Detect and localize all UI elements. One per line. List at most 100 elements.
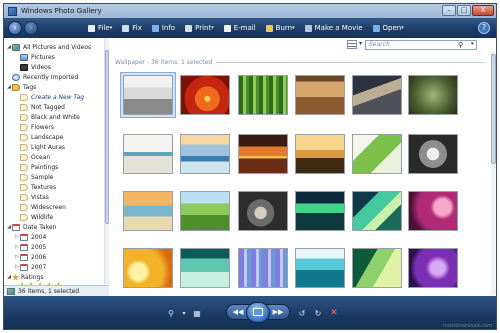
tagsm-icon bbox=[20, 193, 28, 201]
forward-button[interactable]: › bbox=[24, 21, 38, 35]
slideshow-icon[interactable] bbox=[246, 302, 270, 323]
content-scroll-thumb[interactable] bbox=[491, 54, 496, 164]
tree-item-videos[interactable]: Videos bbox=[14, 62, 51, 72]
thumbnail-item[interactable] bbox=[177, 131, 233, 177]
tree-item-label: Black and White bbox=[31, 113, 80, 121]
previous-icon[interactable]: ◀◀ bbox=[231, 307, 245, 317]
tree-item-flowers[interactable]: Flowers bbox=[14, 122, 54, 132]
thumbnail-item[interactable] bbox=[235, 245, 291, 291]
menu-info[interactable]: Info bbox=[151, 24, 175, 32]
zoom-dropdown-icon[interactable]: ▾ bbox=[180, 307, 188, 319]
maximize-button[interactable]: □ bbox=[457, 5, 471, 16]
close-button[interactable]: X bbox=[472, 5, 494, 16]
tree-item-2007[interactable]: ▷ 2007 bbox=[14, 262, 46, 272]
tree-item-black-and-white[interactable]: Black and White bbox=[14, 112, 80, 122]
view-options-dropdown-icon[interactable]: ▾ bbox=[359, 40, 362, 47]
thumb-bamboo bbox=[238, 75, 288, 115]
back-button[interactable]: ‹ bbox=[8, 21, 22, 35]
search-icon[interactable]: ⚲ bbox=[458, 41, 463, 49]
tree-item-2004[interactable]: ▷ 2004 bbox=[14, 232, 46, 242]
thumbnail-item[interactable] bbox=[120, 245, 176, 291]
tree-item-light-auras[interactable]: Light Auras bbox=[14, 142, 65, 152]
cal-icon bbox=[20, 263, 28, 271]
thumbnail-item[interactable] bbox=[405, 131, 461, 177]
minimize-button[interactable]: – bbox=[442, 5, 456, 16]
tree-item-create-a-new-tag[interactable]: Create a New Tag bbox=[14, 92, 84, 102]
thumbnail-item[interactable] bbox=[177, 188, 233, 234]
thumb-green-wave bbox=[352, 248, 402, 288]
open-icon bbox=[372, 24, 380, 32]
tree-item-widescreen[interactable]: Widescreen bbox=[14, 202, 66, 212]
status-bar: 36 items, 1 selected bbox=[4, 285, 109, 296]
tree-item-not-tagged[interactable]: Not Tagged bbox=[14, 102, 65, 112]
thumbnail-item[interactable] bbox=[405, 245, 461, 291]
tree-item-ocean[interactable]: Ocean bbox=[14, 152, 50, 162]
menu-fix[interactable]: Fix bbox=[122, 24, 142, 32]
info-icon bbox=[151, 24, 159, 32]
tree-item-ratings[interactable]: ◢ ★ Ratings bbox=[6, 272, 43, 282]
thumbnail-item[interactable] bbox=[349, 245, 405, 291]
burn-icon bbox=[265, 24, 273, 32]
tree-item-textures[interactable]: Textures bbox=[14, 182, 56, 192]
menu-label: File bbox=[98, 24, 110, 32]
thumbnail-item[interactable] bbox=[349, 188, 405, 234]
thumbnail-item[interactable] bbox=[120, 188, 176, 234]
tagsm-icon bbox=[20, 153, 28, 161]
view-options-icon[interactable] bbox=[347, 40, 357, 49]
zoom-icon[interactable]: ⚲ bbox=[164, 307, 178, 319]
thumbnail-item[interactable] bbox=[235, 131, 291, 177]
thumbnail-item[interactable] bbox=[292, 72, 348, 118]
search-dropdown-icon[interactable]: ▾ bbox=[471, 41, 474, 47]
thumbnail-item[interactable] bbox=[120, 72, 176, 118]
group-header[interactable]: Wallpaper - 36 items, 1 selected bbox=[115, 57, 485, 67]
menu-e-mail[interactable]: E-mail bbox=[223, 24, 256, 32]
thumbnail-item[interactable] bbox=[405, 72, 461, 118]
menu-file[interactable]: File ▾ bbox=[88, 24, 112, 32]
thumbnail-item[interactable] bbox=[349, 131, 405, 177]
tree-item-tags[interactable]: ◢ Tags bbox=[6, 82, 36, 92]
thumbnail-item[interactable] bbox=[349, 72, 405, 118]
help-button[interactable]: ? bbox=[478, 22, 490, 34]
tree-item-paintings[interactable]: Paintings bbox=[14, 162, 58, 172]
tree-item-sample[interactable]: Sample bbox=[14, 172, 54, 182]
cal-icon bbox=[20, 243, 28, 251]
cal-icon bbox=[20, 233, 28, 241]
thumbnail-item[interactable] bbox=[292, 188, 348, 234]
thumbnail-item[interactable] bbox=[292, 245, 348, 291]
next-icon[interactable]: ▶▶ bbox=[271, 307, 285, 317]
menu-burn[interactable]: Burn ▾ bbox=[265, 24, 295, 32]
delete-icon[interactable]: ✕ bbox=[327, 307, 341, 319]
tree-item-vistas[interactable]: Vistas bbox=[14, 192, 49, 202]
menu-make-a-movie[interactable]: Make a Movie bbox=[304, 24, 363, 32]
tree-item-wildlife[interactable]: Wildlife bbox=[14, 212, 53, 222]
menu-open[interactable]: Open ▾ bbox=[372, 24, 404, 32]
tree-item-2006[interactable]: ▷ 2006 bbox=[14, 252, 46, 262]
tree-item-date-taken[interactable]: ◢ Date Taken bbox=[6, 222, 56, 232]
pic-icon bbox=[20, 53, 28, 61]
star-icon: ★ bbox=[12, 272, 20, 282]
thumbnail-item[interactable] bbox=[177, 245, 233, 291]
thumb-aurora bbox=[295, 191, 345, 231]
menu-print[interactable]: Print ▾ bbox=[185, 24, 214, 32]
rotate-right-icon[interactable]: ↻ bbox=[311, 307, 325, 319]
rotate-left-icon[interactable]: ↺ bbox=[295, 307, 309, 319]
tree-item-recently-imported[interactable]: Recently Imported bbox=[6, 72, 78, 82]
thumbnail-item[interactable] bbox=[235, 188, 291, 234]
tree-item-landscape[interactable]: Landscape bbox=[14, 132, 63, 142]
thumb-dragonfly bbox=[123, 134, 173, 174]
tree-item-label: Ratings bbox=[21, 273, 44, 281]
tree-item-all-pictures-and-videos[interactable]: ◢ All Pictures and Videos bbox=[6, 42, 91, 52]
thumbnail-view-icon[interactable]: ▦ bbox=[190, 307, 204, 319]
tagsm-icon bbox=[20, 143, 28, 151]
tree-item-2005[interactable]: ▷ 2005 bbox=[14, 242, 46, 252]
tree-item-pictures[interactable]: Pictures bbox=[14, 52, 55, 62]
thumbnail-item[interactable] bbox=[292, 131, 348, 177]
thumbnail-item[interactable] bbox=[405, 188, 461, 234]
tree-item-label: Pictures bbox=[31, 53, 55, 61]
thumbnail-item[interactable] bbox=[120, 131, 176, 177]
edit-controls: ↺ ↻ ✕ bbox=[295, 306, 343, 320]
thumbnail-item[interactable] bbox=[177, 72, 233, 118]
tagsm-icon bbox=[20, 173, 28, 181]
thumbnail-item[interactable] bbox=[235, 72, 291, 118]
content-scrollbar[interactable] bbox=[491, 52, 496, 295]
